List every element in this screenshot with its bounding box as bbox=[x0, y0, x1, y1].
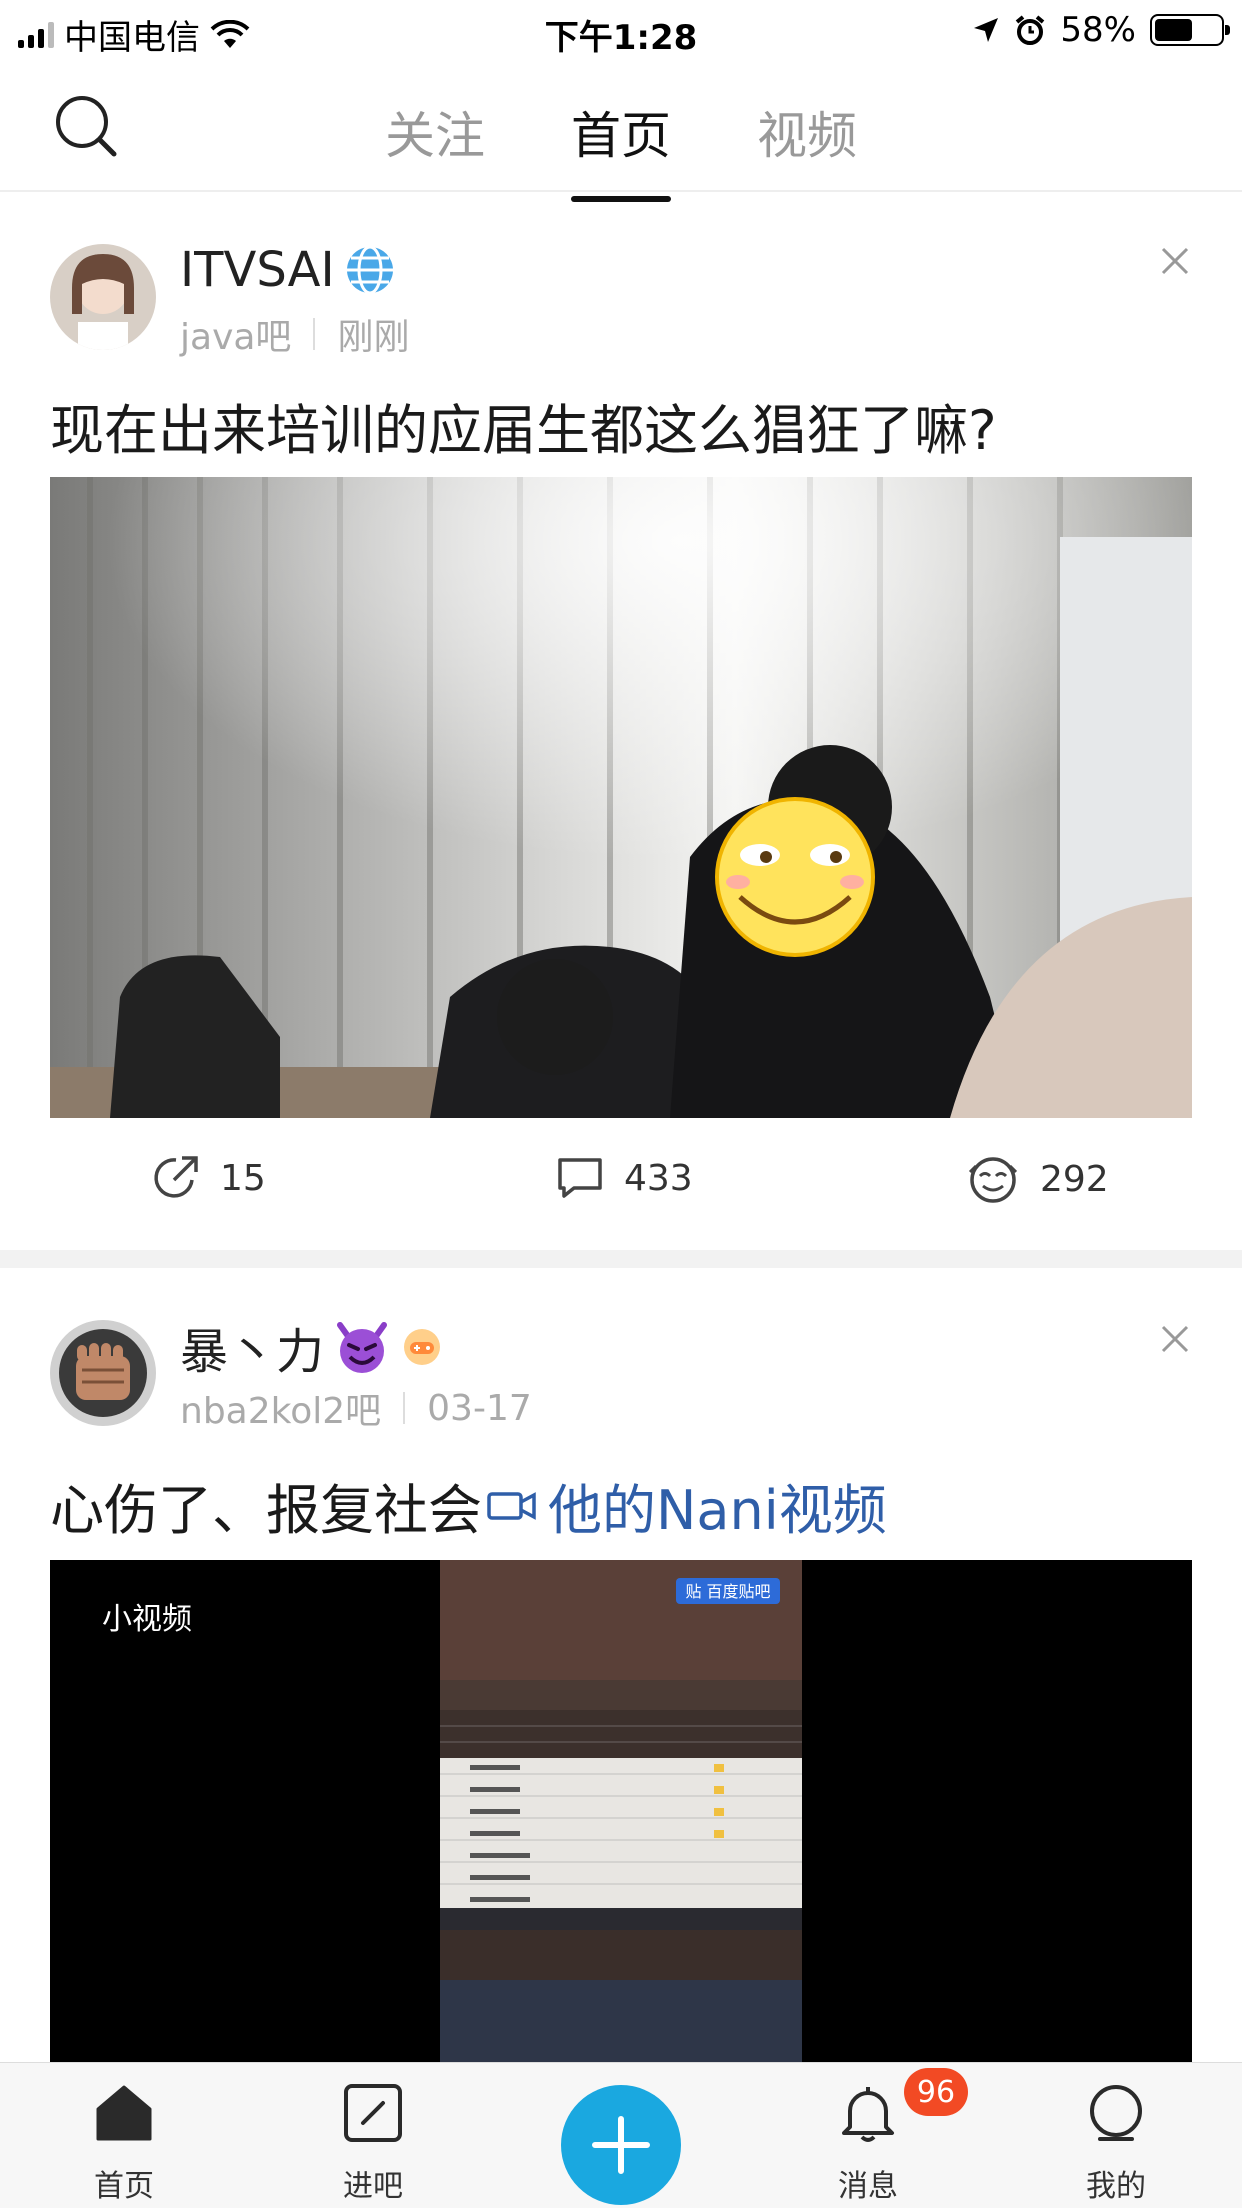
feed-divider bbox=[0, 1250, 1242, 1268]
meta-divider bbox=[403, 1392, 406, 1424]
profile-icon bbox=[1090, 2085, 1142, 2141]
post-title[interactable]: 心伤了、报复社会 bbox=[50, 1466, 482, 1545]
video-type-label: 小视频 bbox=[102, 1602, 192, 1637]
post-time: 03-17 bbox=[427, 1387, 532, 1429]
status-bar: 中国电信 下午1:28 58% bbox=[0, 0, 1242, 60]
bottom-nav: 首页 进吧 消息 我的 bbox=[0, 2062, 1242, 2208]
bottom-nav-messages-label: 消息 bbox=[838, 2169, 898, 2204]
battery-icon bbox=[1150, 14, 1230, 46]
username[interactable]: ITVSAI bbox=[180, 242, 335, 298]
top-nav: 关注 首页 视频 bbox=[0, 60, 1242, 202]
plus-icon bbox=[592, 2116, 650, 2174]
bell-icon bbox=[842, 2087, 894, 2142]
post-button[interactable] bbox=[561, 2085, 681, 2205]
video-frame: 贴 百度贴吧 bbox=[440, 1560, 802, 2062]
battery-percent: 58% bbox=[1060, 10, 1136, 50]
comment-count: 433 bbox=[624, 1157, 693, 1199]
share-button[interactable]: 15 bbox=[152, 1154, 266, 1202]
meta-divider bbox=[313, 318, 316, 350]
bottom-nav-enter-bar-label: 进吧 bbox=[343, 2169, 403, 2204]
tab-video[interactable]: 视频 bbox=[757, 96, 857, 202]
bottom-nav-profile[interactable]: 我的 bbox=[1056, 2081, 1176, 2205]
video-link[interactable]: 他的Nani视频 bbox=[548, 1466, 887, 1545]
feed-post[interactable]: ITVSAI java吧 刚刚 现在出来培训的应届生都这么猖狂了嘛? 15 43… bbox=[0, 194, 1242, 1244]
bottom-nav-profile-label: 我的 bbox=[1086, 2169, 1146, 2204]
share-icon bbox=[154, 1156, 198, 1198]
location-arrow-icon bbox=[974, 18, 999, 42]
feed-post[interactable]: 暴丶力 nba2kol2吧 03-17 心伤了、报复社会 他的Nani视频 小视… bbox=[0, 1268, 1242, 2062]
close-icon[interactable] bbox=[1160, 246, 1190, 276]
like-count: 292 bbox=[1040, 1158, 1109, 1200]
post-video[interactable]: 小视频 贴 百度贴吧 bbox=[50, 1560, 1192, 2062]
post-photo[interactable] bbox=[50, 477, 1192, 1118]
enter-bar-icon bbox=[344, 2084, 402, 2142]
alarm-icon bbox=[1016, 15, 1045, 45]
devil-icon bbox=[337, 1322, 388, 1373]
like-button[interactable]: 292 bbox=[966, 1154, 1109, 1204]
post-title[interactable]: 现在出来培训的应届生都这么猖狂了嘛? bbox=[50, 386, 997, 465]
username[interactable]: 暴丶力 bbox=[180, 1312, 324, 1382]
forum-name[interactable]: java吧 bbox=[180, 308, 291, 360]
forum-name[interactable]: nba2kol2吧 bbox=[180, 1382, 381, 1434]
comment-button[interactable]: 433 bbox=[556, 1154, 693, 1202]
close-icon[interactable] bbox=[1160, 1324, 1190, 1354]
bottom-nav-enter-bar[interactable]: 进吧 bbox=[313, 2081, 433, 2205]
message-badge: 96 bbox=[904, 2068, 968, 2116]
bottom-nav-home[interactable]: 首页 bbox=[64, 2081, 184, 2205]
tab-home[interactable]: 首页 bbox=[571, 96, 671, 202]
gamepad-icon bbox=[404, 1329, 441, 1365]
avatar[interactable] bbox=[50, 244, 156, 350]
like-face-icon bbox=[968, 1157, 1018, 1203]
watermark: 贴 百度贴吧 bbox=[685, 1582, 770, 1601]
home-icon bbox=[96, 2085, 152, 2141]
bottom-nav-home-label: 首页 bbox=[94, 2169, 154, 2204]
post-time: 刚刚 bbox=[337, 317, 410, 358]
video-camera-icon bbox=[487, 1491, 536, 1520]
share-count: 15 bbox=[220, 1157, 266, 1199]
avatar[interactable] bbox=[50, 1320, 156, 1426]
tab-follow[interactable]: 关注 bbox=[385, 96, 485, 202]
globe-icon bbox=[346, 245, 393, 295]
comment-icon bbox=[558, 1158, 602, 1198]
